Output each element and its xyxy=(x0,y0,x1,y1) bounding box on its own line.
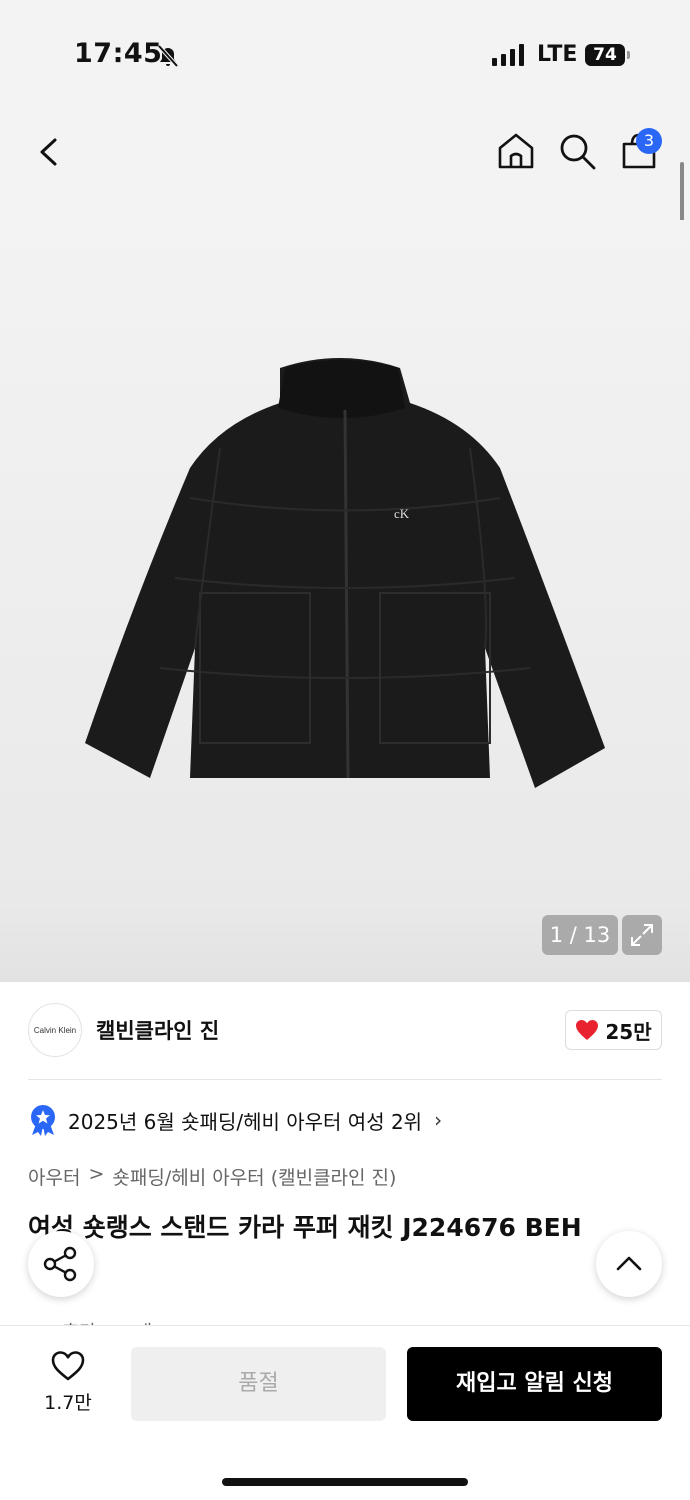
top-nav-bar xyxy=(0,110,690,220)
brand-like-count: 25만 xyxy=(605,1019,652,1044)
battery-icon: 74 xyxy=(585,44,625,66)
divider xyxy=(28,1079,662,1080)
product-title: 여성 숏랭스 스탠드 카라 푸퍼 재킷 J224676 BEH xyxy=(28,1213,582,1242)
brand-logo[interactable]: Calvin Klein xyxy=(28,1003,82,1057)
home-indicator xyxy=(222,1478,468,1486)
home-icon[interactable] xyxy=(495,130,537,172)
breadcrumb-level2[interactable]: 숏패딩/헤비 아우터 (캘빈클라인 진) xyxy=(112,1163,396,1190)
signal-icon xyxy=(492,44,524,66)
ranking-text: 2025년 6월 숏패딩/헤비 아우터 여성 2위 xyxy=(68,1109,423,1134)
wishlist-button[interactable]: 1.7만 xyxy=(28,1350,108,1422)
image-counter: 1 / 13 xyxy=(542,915,618,955)
status-bar: 17:45 LTE 74 xyxy=(0,0,690,110)
heart-filled-icon xyxy=(576,1020,599,1040)
product-image-gallery[interactable]: cK 1 / 13 xyxy=(0,220,690,982)
ranking-medal-icon xyxy=(31,1105,55,1136)
ranking-row[interactable]: 2025년 6월 숏패딩/헤비 아우터 여성 2위 › xyxy=(28,1104,442,1136)
status-time: 17:45 xyxy=(74,38,163,69)
breadcrumb: 아우터 > 숏패딩/헤비 아우터 (캘빈클라인 진) xyxy=(28,1163,396,1190)
bottom-action-bar: 1.7만 품절 재입고 알림 신청 xyxy=(0,1325,690,1500)
brand-like-button[interactable]: 25만 xyxy=(565,1010,662,1050)
share-button[interactable] xyxy=(28,1231,94,1297)
chevron-right-icon: › xyxy=(434,1108,443,1132)
bell-muted-icon xyxy=(157,44,179,68)
product-jacket-image: cK xyxy=(85,358,605,788)
breadcrumb-separator: > xyxy=(88,1163,105,1185)
jacket-logo-mark: cK xyxy=(394,506,410,521)
wishlist-count: 1.7만 xyxy=(44,1392,92,1414)
expand-icon[interactable] xyxy=(622,915,662,955)
search-icon[interactable] xyxy=(556,130,598,172)
scroll-to-top-button[interactable] xyxy=(596,1231,662,1297)
heart-outline-icon xyxy=(51,1351,85,1381)
chevron-up-icon xyxy=(616,1256,642,1271)
network-type: LTE xyxy=(537,42,578,67)
breadcrumb-level1[interactable]: 아우터 xyxy=(28,1163,80,1190)
soldout-button: 품절 xyxy=(131,1347,386,1421)
back-arrow-icon[interactable] xyxy=(30,132,70,172)
brand-name[interactable]: 캘빈클라인 진 xyxy=(96,1015,219,1045)
battery-tip xyxy=(627,51,630,59)
cart-count-badge: 3 xyxy=(636,128,662,154)
share-icon xyxy=(43,1246,77,1282)
restock-alert-button[interactable]: 재입고 알림 신청 xyxy=(407,1347,662,1421)
